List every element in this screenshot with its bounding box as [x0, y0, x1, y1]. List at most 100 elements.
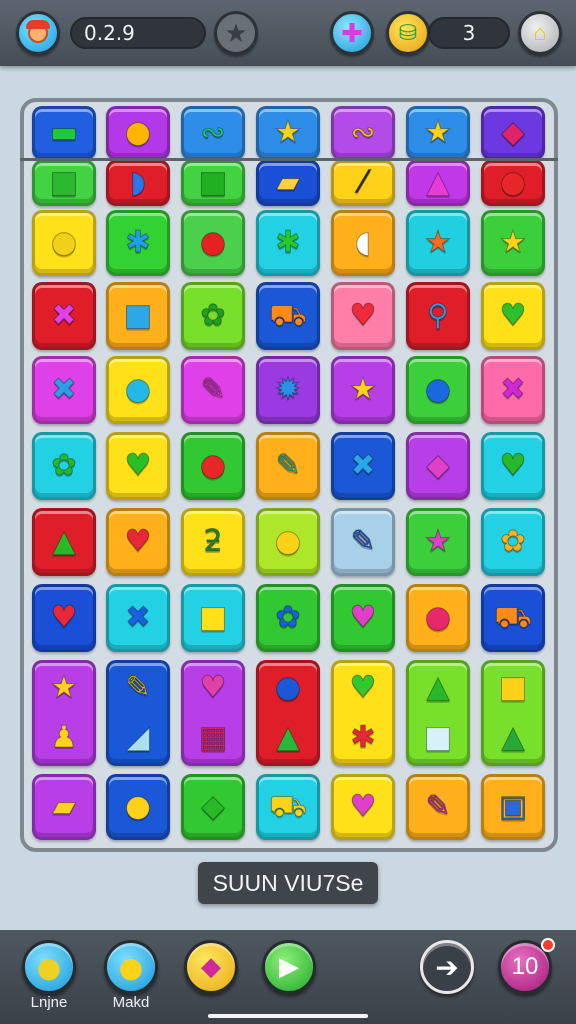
- board-tile[interactable]: ♥: [106, 432, 170, 500]
- tile-secondary-icon: ✱: [350, 720, 376, 755]
- board-tile[interactable]: ♥ ✱: [331, 660, 395, 766]
- board-tile[interactable]: ◗: [106, 160, 170, 206]
- board-tile[interactable]: ✎ ◢: [106, 660, 170, 766]
- board-tile[interactable]: ■: [181, 584, 245, 652]
- board-tile[interactable]: ✎: [406, 774, 470, 840]
- board-tile[interactable]: ◆: [481, 106, 545, 160]
- board-tile[interactable]: ■ ▲: [481, 660, 545, 766]
- board-tile[interactable]: ▰: [256, 160, 320, 206]
- board-tile[interactable]: ✎: [181, 356, 245, 424]
- board-tile[interactable]: ⛟: [256, 774, 320, 840]
- tile-item-icon: ✖: [51, 298, 77, 333]
- board-tile[interactable]: ▲ ■: [406, 660, 470, 766]
- tile-item-icon: ▲: [426, 165, 450, 200]
- tile-item-icon: ƻ: [203, 524, 223, 559]
- coin-bag-icon[interactable]: ⛁: [386, 11, 430, 55]
- board-tile[interactable]: ■: [181, 160, 245, 206]
- board-tile[interactable]: ▲: [406, 160, 470, 206]
- board-tile[interactable]: ▰: [32, 774, 96, 840]
- board-tile[interactable]: ★: [406, 106, 470, 160]
- tile-item-icon: ★: [349, 372, 377, 407]
- board-tile[interactable]: ◖: [331, 210, 395, 276]
- board-tile[interactable]: ⁄: [331, 160, 395, 206]
- board-tile[interactable]: ✿: [256, 584, 320, 652]
- yellow-bell-icon[interactable]: ●: [104, 940, 158, 994]
- board-tile[interactable]: ▲: [32, 508, 96, 576]
- board-tile[interactable]: ■: [106, 282, 170, 350]
- board-tile[interactable]: ★ ♟: [32, 660, 96, 766]
- board-tile[interactable]: ∾: [181, 106, 245, 160]
- board-tile[interactable]: ▬: [32, 106, 96, 160]
- board-tile[interactable]: ∾: [331, 106, 395, 160]
- board-tile[interactable]: ◆: [406, 432, 470, 500]
- board-tile[interactable]: ●: [181, 432, 245, 500]
- board-tile[interactable]: ★: [406, 210, 470, 276]
- board-tile[interactable]: ✹: [256, 356, 320, 424]
- notification-dot: [541, 938, 555, 952]
- board-tile[interactable]: ◆: [181, 774, 245, 840]
- tile-item-icon: ◆: [201, 789, 225, 824]
- board-tile[interactable]: ♥: [331, 282, 395, 350]
- makd-button-label: Makd: [112, 994, 150, 1011]
- play-flag-icon[interactable]: ▶: [262, 940, 316, 994]
- shop-cart-icon[interactable]: ⌂: [518, 11, 562, 55]
- board-tile[interactable]: ●: [406, 356, 470, 424]
- board-tile[interactable]: ♥: [331, 584, 395, 652]
- board-tile[interactable]: ★: [481, 210, 545, 276]
- board-tile[interactable]: ●: [181, 210, 245, 276]
- board-tile[interactable]: ♥: [106, 508, 170, 576]
- tile-item-icon: ★: [424, 524, 452, 559]
- player-avatar-icon[interactable]: [16, 11, 60, 55]
- board-tile[interactable]: ★: [331, 356, 395, 424]
- board-tile[interactable]: ♥: [481, 432, 545, 500]
- board-tile[interactable]: ●: [106, 106, 170, 160]
- board-tile[interactable]: ✖: [481, 356, 545, 424]
- board-tile[interactable]: ✿: [181, 282, 245, 350]
- tile-item-icon: ⚲: [427, 298, 450, 333]
- gift-box-icon[interactable]: ◆: [184, 940, 238, 994]
- tile-secondary-icon: ▲: [501, 720, 525, 755]
- board-tile[interactable]: ● ▲: [256, 660, 320, 766]
- moves-counter-value: 10: [511, 953, 539, 980]
- board-tile[interactable]: ✖: [32, 356, 96, 424]
- board-tile[interactable]: ●: [256, 508, 320, 576]
- board-tile[interactable]: ✱: [106, 210, 170, 276]
- board-tile[interactable]: ✖: [32, 282, 96, 350]
- board-tile[interactable]: ♥: [32, 584, 96, 652]
- board-tile[interactable]: ⚲: [406, 282, 470, 350]
- board-tile[interactable]: ♥: [481, 282, 545, 350]
- board-tile[interactable]: ✖: [331, 432, 395, 500]
- board-tile[interactable]: ●: [32, 210, 96, 276]
- tile-item-icon: ♥: [499, 448, 527, 483]
- board-tile[interactable]: ▣: [481, 774, 545, 840]
- board-tile[interactable]: ✖: [106, 584, 170, 652]
- board-tile[interactable]: ⛟: [481, 584, 545, 652]
- board-tile[interactable]: ✎: [256, 432, 320, 500]
- board-tile[interactable]: ●: [106, 774, 170, 840]
- tile-item-icon: ♥: [499, 298, 527, 333]
- board-tile[interactable]: ★: [406, 508, 470, 576]
- board-tile[interactable]: ●: [481, 160, 545, 206]
- board-tile[interactable]: ✱: [256, 210, 320, 276]
- tile-item-icon: ●: [50, 225, 78, 260]
- tile-item-icon: ▲: [52, 524, 76, 559]
- tile-item-icon: ▰: [276, 165, 300, 200]
- board-tile[interactable]: ■: [32, 160, 96, 206]
- star-icon[interactable]: ★: [214, 11, 258, 55]
- board-tile[interactable]: ƻ: [181, 508, 245, 576]
- arrow-right-icon[interactable]: ➔: [420, 940, 474, 994]
- board-tile[interactable]: ●: [406, 584, 470, 652]
- tile-item-icon: ★: [424, 225, 452, 260]
- board-tile[interactable]: ★: [256, 106, 320, 160]
- board-tile[interactable]: ⛟: [256, 282, 320, 350]
- board-tile[interactable]: ✿: [481, 508, 545, 576]
- tile-item-icon: ■: [198, 600, 228, 635]
- board-tile[interactable]: ●: [106, 356, 170, 424]
- board-tile[interactable]: ✿: [32, 432, 96, 500]
- tile-item-icon: ✎: [275, 448, 301, 483]
- lime-fruit-icon[interactable]: ●: [22, 940, 76, 994]
- board-tile[interactable]: ♥ ▦: [181, 660, 245, 766]
- board-tile[interactable]: ✎: [331, 508, 395, 576]
- puzzle-icon[interactable]: ✚: [330, 11, 374, 55]
- board-tile[interactable]: ♥: [331, 774, 395, 840]
